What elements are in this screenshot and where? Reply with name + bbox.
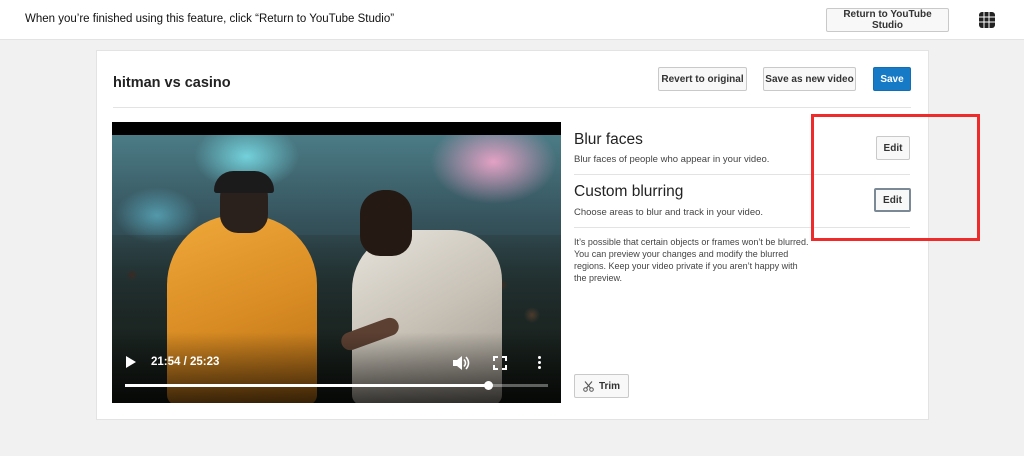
person-left-cap: [214, 171, 274, 193]
blur-faces-description: Blur faces of people who appear in your …: [574, 154, 770, 165]
finish-message: When you’re finished using this feature,…: [25, 13, 395, 25]
fullscreen-icon[interactable]: [493, 356, 507, 370]
play-icon[interactable]: [126, 356, 136, 368]
more-icon[interactable]: [538, 356, 542, 370]
progress-fill: [125, 384, 489, 387]
trim-button[interactable]: Trim: [574, 374, 629, 398]
top-bar: When you’re finished using this feature,…: [0, 0, 1024, 40]
blur-faces-title: Blur faces: [574, 131, 643, 148]
volume-icon[interactable]: [452, 355, 470, 371]
revert-button[interactable]: Revert to original: [658, 67, 747, 91]
save-as-new-button[interactable]: Save as new video: [763, 67, 856, 91]
red-highlight-box: [811, 114, 980, 241]
editor-card: hitman vs casino Revert to original Save…: [96, 50, 929, 420]
custom-blurring-description: Choose areas to blur and track in your v…: [574, 207, 764, 218]
scissors-icon: [583, 380, 594, 392]
trim-label: Trim: [598, 380, 621, 392]
custom-blurring-title: Custom blurring: [574, 183, 684, 200]
progress-bar[interactable]: [125, 381, 548, 390]
person-right-head: [360, 190, 412, 256]
youtube-studio-icon[interactable]: [978, 11, 996, 29]
video-title: hitman vs casino: [113, 75, 231, 91]
header-divider: [113, 107, 911, 108]
time-display: 21:54 / 25:23: [151, 356, 220, 368]
video-player[interactable]: 21:54 / 25:23: [112, 122, 561, 403]
return-to-studio-button[interactable]: Return to YouTube Studio: [826, 8, 949, 32]
save-button[interactable]: Save: [873, 67, 911, 91]
blur-note: It’s possible that certain objects or fr…: [574, 237, 809, 283]
